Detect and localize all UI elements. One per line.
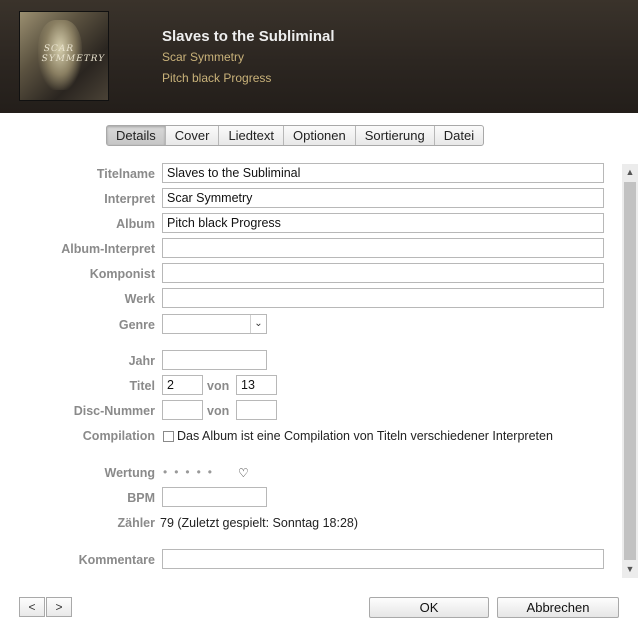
scrollbar-thumb[interactable]: [624, 182, 636, 560]
tab-optionen[interactable]: Optionen: [284, 126, 356, 145]
titelname-label: Titelname: [96, 167, 155, 181]
disc-total-field[interactable]: [236, 400, 277, 420]
details-form: Titelname Slaves to the Subliminal Inter…: [0, 160, 622, 578]
werk-field[interactable]: [162, 288, 604, 308]
interpret-label: Interpret: [104, 192, 155, 206]
jahr-field[interactable]: [162, 350, 267, 370]
next-track-button[interactable]: >: [46, 597, 72, 617]
genre-select[interactable]: ⌄: [162, 314, 267, 334]
genre-label: Genre: [118, 318, 155, 332]
titel-von-label: von: [207, 379, 230, 393]
arrow-down-icon[interactable]: ▼: [622, 561, 638, 578]
album-label: Album: [116, 217, 155, 231]
compilation-checkbox[interactable]: [163, 431, 174, 442]
kommentare-field[interactable]: [162, 549, 604, 569]
tab-cover[interactable]: Cover: [166, 126, 220, 145]
disc-label: Disc-Nummer: [73, 404, 155, 418]
rating-stars[interactable]: •••••: [163, 465, 219, 479]
interpret-field[interactable]: Scar Symmetry: [162, 188, 604, 208]
tab-liedtext[interactable]: Liedtext: [219, 126, 284, 145]
cancel-button[interactable]: Abbrechen: [497, 597, 619, 618]
compilation-label: Compilation: [82, 429, 155, 443]
kommentare-label: Kommentare: [78, 553, 155, 567]
titel-total-field[interactable]: 13: [236, 375, 277, 395]
tab-sortierung[interactable]: Sortierung: [356, 126, 435, 145]
bpm-field[interactable]: [162, 487, 267, 507]
tab-details[interactable]: Details: [107, 126, 166, 145]
wertung-label: Wertung: [104, 466, 155, 480]
heart-icon[interactable]: ♡: [238, 466, 249, 480]
album-field[interactable]: Pitch black Progress: [162, 213, 604, 233]
previous-track-button[interactable]: <: [19, 597, 45, 617]
zaehler-label: Zähler: [117, 516, 155, 530]
werk-label: Werk: [124, 292, 155, 306]
album-interpret-label: Album-Interpret: [61, 242, 155, 256]
album-interpret-field[interactable]: [162, 238, 604, 258]
ok-button[interactable]: OK: [369, 597, 489, 618]
header-album: Pitch black Progress: [162, 71, 272, 85]
compilation-text: Das Album ist eine Compilation von Titel…: [177, 429, 553, 443]
header-track-title: Slaves to the Subliminal: [162, 28, 335, 45]
komponist-label: Komponist: [89, 267, 155, 281]
bpm-label: BPM: [127, 491, 155, 505]
titel-label: Titel: [129, 379, 155, 393]
album-cover[interactable]: SCAR SYMMETRY: [19, 11, 109, 101]
titel-number-field[interactable]: 2: [162, 375, 203, 395]
track-header: SCAR SYMMETRY Slaves to the Subliminal S…: [0, 0, 638, 113]
disc-von-label: von: [207, 404, 230, 418]
form-scrollbar[interactable]: ▲ ▼: [622, 164, 638, 578]
titelname-field[interactable]: Slaves to the Subliminal: [162, 163, 604, 183]
jahr-label: Jahr: [128, 354, 155, 368]
chevron-down-icon[interactable]: ⌄: [250, 315, 266, 333]
header-artist: Scar Symmetry: [162, 50, 245, 64]
zaehler-value: 79 (Zuletzt gespielt: Sonntag 18:28): [160, 516, 359, 530]
disc-number-field[interactable]: [162, 400, 203, 420]
arrow-up-icon[interactable]: ▲: [622, 164, 638, 181]
tab-datei[interactable]: Datei: [435, 126, 483, 145]
cover-band-logo: SCAR SYMMETRY: [40, 44, 106, 64]
komponist-field[interactable]: [162, 263, 604, 283]
tab-bar: Details Cover Liedtext Optionen Sortieru…: [106, 125, 485, 146]
